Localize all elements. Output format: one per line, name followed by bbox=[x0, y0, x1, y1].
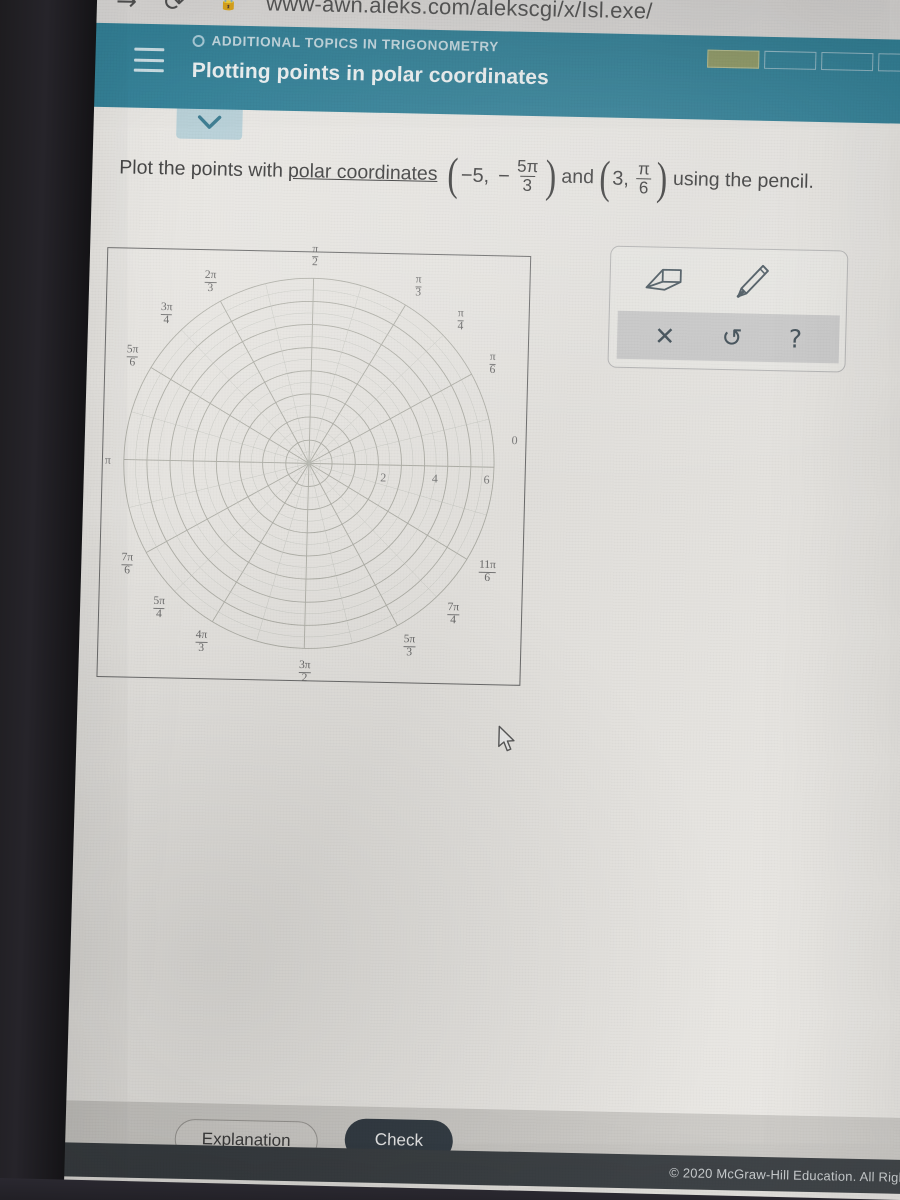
angle-label: 7π 4 bbox=[447, 601, 460, 627]
point-one-theta-sign: − bbox=[497, 165, 511, 188]
progress-segment bbox=[821, 52, 874, 72]
angle-label: π2 bbox=[311, 243, 319, 269]
monitor-photo: ← → ⟳ 🔒 www-awn.aleks.com/alekscgi/x/Isl… bbox=[0, 0, 900, 1200]
angle-label: π4 bbox=[457, 307, 464, 333]
radial-tick-label: 2 bbox=[380, 470, 387, 485]
forward-arrow-icon[interactable]: → bbox=[113, 0, 140, 15]
fraction-numerator: 5π bbox=[516, 156, 539, 177]
angle-label: 2π 3 bbox=[204, 268, 217, 295]
angle-label: 4π 3 bbox=[195, 628, 208, 655]
pencil-icon[interactable] bbox=[732, 261, 771, 302]
palette-tools-row bbox=[610, 247, 848, 316]
drawing-tool-palette: ✕ ↺ ? bbox=[607, 245, 849, 373]
polar-coordinates-link[interactable]: polar coordinates bbox=[288, 160, 438, 185]
radial-tick-label: 6 bbox=[483, 472, 490, 487]
right-paren: ) bbox=[656, 153, 669, 205]
conjunction-and: and bbox=[561, 165, 595, 189]
clear-button[interactable]: ✕ bbox=[654, 321, 676, 350]
point-two-radius: 3, bbox=[611, 167, 630, 190]
angle-label: 5π 6 bbox=[126, 343, 139, 369]
chevron-down-icon bbox=[197, 115, 222, 129]
collapse-tab[interactable] bbox=[176, 104, 243, 140]
topic-breadcrumb: ADDITIONAL TOPICS IN TRIGONOMETRY bbox=[192, 33, 499, 54]
fraction-denominator: 6 bbox=[635, 178, 652, 199]
fraction-numerator: π bbox=[637, 159, 651, 179]
progress-indicator bbox=[707, 49, 900, 73]
page-title: Plotting points in polar coordinates bbox=[191, 58, 550, 90]
left-paren: ( bbox=[447, 148, 460, 200]
palette-actions-row: ✕ ↺ ? bbox=[616, 310, 840, 364]
question-text: Plot the points with polar coordinates (… bbox=[119, 148, 900, 205]
zero-axis-label: 0 bbox=[511, 433, 518, 448]
point-one-theta-fraction: 5π 3 bbox=[513, 156, 541, 196]
polar-plot-canvas[interactable]: π 6 π 4 π 3 π 2 2π 3 3π 4 5π 6 7π 6 5π 4 4π 3 3π 2 5π 3 7π 4 11π 6 … bbox=[96, 243, 532, 686]
angle-label: 3π 4 bbox=[160, 300, 173, 327]
angle-label: π6 bbox=[489, 350, 496, 377]
eraser-icon[interactable] bbox=[640, 262, 687, 297]
progress-segment bbox=[707, 49, 760, 69]
mouse-pointer-icon bbox=[498, 725, 515, 752]
right-paren: ) bbox=[544, 150, 557, 202]
fraction-denominator: 3 bbox=[519, 176, 536, 196]
topic-circle-icon bbox=[192, 34, 205, 47]
address-bar[interactable]: www-awn.aleks.com/alekscgi/x/Isl.exe/ bbox=[266, 0, 653, 24]
angle-label: 3π 2 bbox=[298, 658, 311, 685]
angle-label: 5π 3 bbox=[403, 633, 416, 659]
topic-label: ADDITIONAL TOPICS IN TRIGONOMETRY bbox=[211, 33, 500, 55]
point-one-expression: ( −5, − 5π 3 ) bbox=[445, 148, 559, 202]
help-button[interactable]: ? bbox=[788, 324, 802, 353]
reload-icon[interactable]: ⟳ bbox=[161, 0, 188, 16]
angle-label: π3 bbox=[415, 273, 422, 299]
point-two-expression: ( 3, π 6 ) bbox=[596, 151, 670, 205]
lock-icon: 🔒 bbox=[219, 0, 239, 12]
left-paren: ( bbox=[598, 151, 611, 204]
hamburger-menu-icon[interactable] bbox=[133, 47, 165, 73]
question-tail: using the pencil. bbox=[672, 168, 815, 193]
point-two-theta-fraction: π 6 bbox=[634, 159, 653, 199]
progress-segment bbox=[764, 50, 817, 70]
progress-segment bbox=[878, 53, 900, 73]
point-one-radius: −5, bbox=[460, 164, 490, 187]
copyright-text: © 2020 McGraw-Hill Education. All Righ bbox=[669, 1164, 900, 1185]
angle-label: 11π 6 bbox=[478, 558, 497, 585]
undo-button[interactable]: ↺ bbox=[721, 322, 743, 351]
pi-axis-label: π bbox=[104, 452, 112, 467]
angle-label: 7π 6 bbox=[121, 551, 134, 577]
radial-tick-label: 4 bbox=[431, 471, 439, 486]
question-lead: Plot the points with bbox=[119, 156, 284, 182]
screen-area: ← → ⟳ 🔒 www-awn.aleks.com/alekscgi/x/Isl… bbox=[26, 0, 900, 1200]
angle-label: 5π 4 bbox=[152, 595, 166, 621]
problem-content: Plot the points with polar coordinates (… bbox=[55, 106, 900, 1125]
